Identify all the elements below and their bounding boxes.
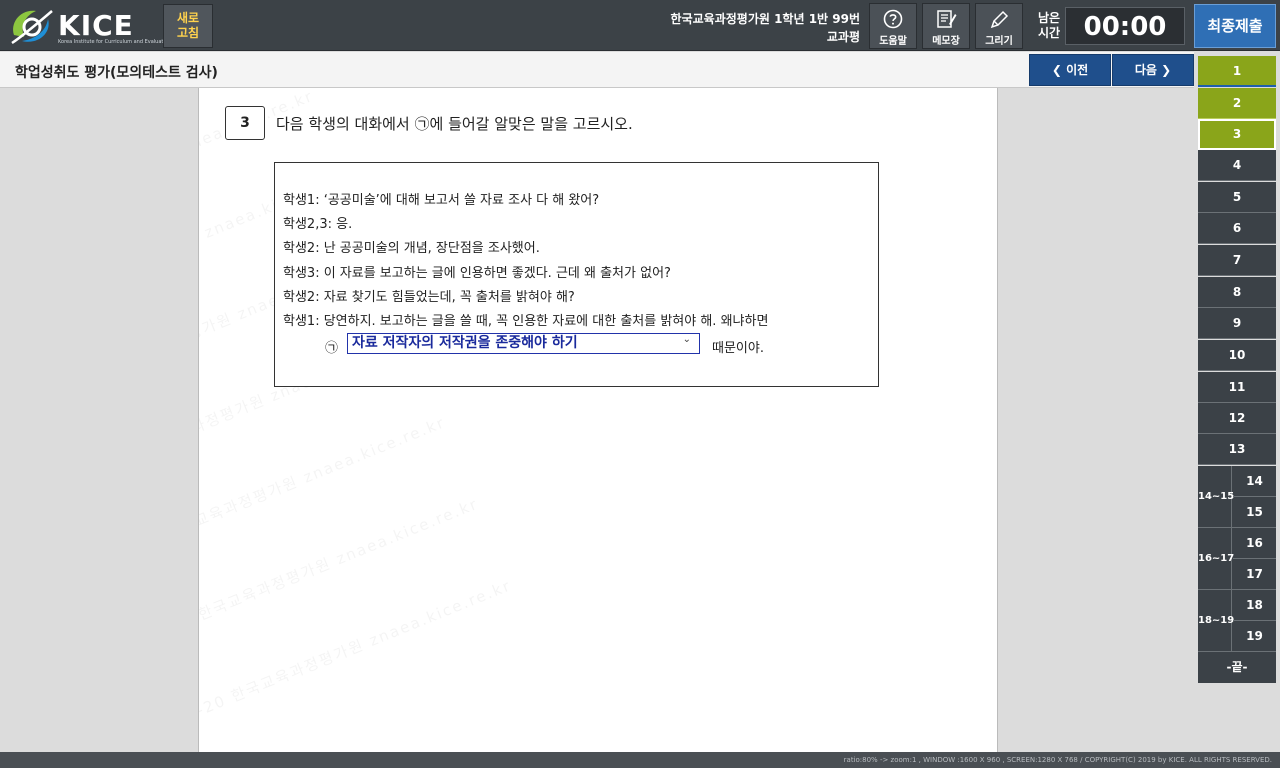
question-nav-item[interactable]: 9	[1198, 308, 1276, 339]
refresh-label-line1: 새로	[176, 11, 200, 25]
student-school-class: 한국교육과정평가원 1학년 1반 99번	[670, 12, 860, 26]
question-group: 16~17 16 17	[1198, 528, 1276, 590]
question-nav-item[interactable]: 8	[1198, 277, 1276, 308]
draw-button[interactable]: 그리기	[975, 3, 1023, 49]
question-group-label: 18~19	[1198, 590, 1234, 652]
dialog-line: 학생2,3: 응.	[283, 217, 353, 233]
timer-label-line2: 시간	[1037, 26, 1061, 40]
dialog-line: 학생3: 이 자료를 보고하는 글에 인용하면 좋겠다. 근데 왜 출처가 없어…	[283, 265, 671, 281]
answer-blank-mark: ㉠	[325, 341, 339, 356]
question-nav-item[interactable]: 11	[1198, 372, 1276, 403]
answer-dropdown[interactable]: 자료 저작자의 저작권을 존중해야 하기 ⌄	[347, 333, 700, 354]
help-icon	[870, 4, 916, 30]
question-nav-item-current[interactable]: 3	[1198, 119, 1276, 150]
prev-button[interactable]: ❮ 이전	[1029, 54, 1111, 86]
next-label: 다음	[1134, 63, 1157, 77]
question-nav-item[interactable]: 12	[1198, 403, 1276, 434]
answer-selected-value: 자료 저작자의 저작권을 존중해야 하기	[352, 335, 578, 351]
question-group-label: 14~15	[1198, 466, 1234, 528]
chevron-left-icon: ❮	[1051, 63, 1067, 77]
question-nav-item[interactable]: 16	[1233, 528, 1276, 559]
remaining-time: 00:00	[1065, 7, 1185, 45]
question-nav-item[interactable]: 13	[1198, 434, 1276, 465]
memo-button[interactable]: 메모장	[922, 3, 970, 49]
timer-label: 남은 시간	[1036, 11, 1062, 41]
question-nav-item[interactable]: 14	[1233, 466, 1276, 497]
dialog-line: 학생2: 자료 찾기도 힘들었는데, 꼭 출처를 밝혀야 해?	[283, 289, 575, 305]
question-nav-item[interactable]: 4	[1198, 150, 1276, 181]
question-nav-item[interactable]: 18	[1233, 590, 1276, 621]
dialog-line: 학생1: 당연하지. 보고하는 글을 쓸 때, 꼭 인용한 자료에 대한 출처를…	[283, 314, 769, 330]
dialog-box: 학생1: ‘공공미술’에 대해 보고서 쓸 자료 조사 다 해 왔어? 학생2,…	[274, 162, 879, 387]
question-page: 2023-07-20 한국교육과정평가원 znaea.kice.re.kr 20…	[198, 88, 998, 752]
chevron-right-icon: ❯	[1156, 63, 1172, 77]
exam-title: 학업성취도 평가(모의테스트 검사)	[15, 65, 218, 81]
top-bar: KICE Korea Institute for Curriculum and …	[0, 0, 1280, 51]
footer-status: ratio:80% -> zoom:1 , WINDOW :1600 X 960…	[0, 752, 1280, 768]
answer-tail-text: 때문이야.	[712, 341, 764, 356]
question-nav-item[interactable]: 19	[1233, 621, 1276, 652]
memo-label: 메모장	[932, 36, 960, 47]
draw-label: 그리기	[985, 36, 1013, 47]
kice-logo-icon	[11, 10, 53, 45]
dialog-line: 학생2: 난 공공미술의 개념, 장단점을 조사했어.	[283, 241, 540, 257]
question-nav-item[interactable]: 17	[1233, 559, 1276, 590]
memo-icon	[923, 4, 969, 30]
refresh-label-line2: 고침	[176, 26, 200, 40]
timer-label-line1: 남은	[1037, 11, 1061, 25]
dialog-line: 학생1: ‘공공미술’에 대해 보고서 쓸 자료 조사 다 해 왔어?	[283, 193, 600, 208]
question-nav-item[interactable]: 5	[1198, 182, 1276, 213]
question-nav-item[interactable]: 10	[1198, 340, 1276, 371]
next-button[interactable]: 다음 ❯	[1112, 54, 1194, 86]
logo-subtext: Korea Institute for Curriculum and Evalu…	[58, 39, 171, 45]
final-submit-button[interactable]: 최종제출	[1194, 4, 1276, 48]
question-number: 3	[225, 106, 265, 140]
question-prompt: 다음 학생의 대화에서 ㉠에 들어갈 알맞은 말을 고르시오.	[276, 115, 633, 133]
question-group: 18~19 18 19	[1198, 590, 1276, 652]
refresh-button[interactable]: 새로 고침	[163, 4, 213, 48]
question-nav-item[interactable]: 6	[1198, 213, 1276, 244]
title-bar: 학업성취도 평가(모의테스트 검사) ❮ 이전 다음 ❯	[0, 52, 1194, 88]
question-nav-item[interactable]: 2	[1198, 88, 1276, 119]
question-nav-end[interactable]: -끝-	[1198, 652, 1276, 683]
prev-label: 이전	[1066, 63, 1089, 77]
help-button[interactable]: 도움말	[869, 3, 917, 49]
question-nav-item[interactable]: 15	[1233, 497, 1276, 528]
pen-icon	[976, 4, 1022, 30]
student-name: 교과평	[826, 30, 860, 44]
logo-text: KICE	[58, 9, 134, 42]
question-nav-panel: 1 2 3 4 5 6 7 8 9 10 11 12 13 14~15 14 1…	[1196, 52, 1280, 752]
question-group: 14~15 14 15	[1198, 466, 1276, 528]
question-nav-item[interactable]: 7	[1198, 245, 1276, 276]
student-info: 한국교육과정평가원 1학년 1반 99번 교과평	[671, 10, 860, 46]
question-group-label: 16~17	[1198, 528, 1234, 590]
kice-logo: KICE Korea Institute for Curriculum and …	[8, 5, 171, 47]
help-label: 도움말	[879, 36, 907, 47]
question-nav-item[interactable]: 1	[1198, 56, 1276, 87]
chevron-down-icon: ⌄	[682, 334, 691, 345]
